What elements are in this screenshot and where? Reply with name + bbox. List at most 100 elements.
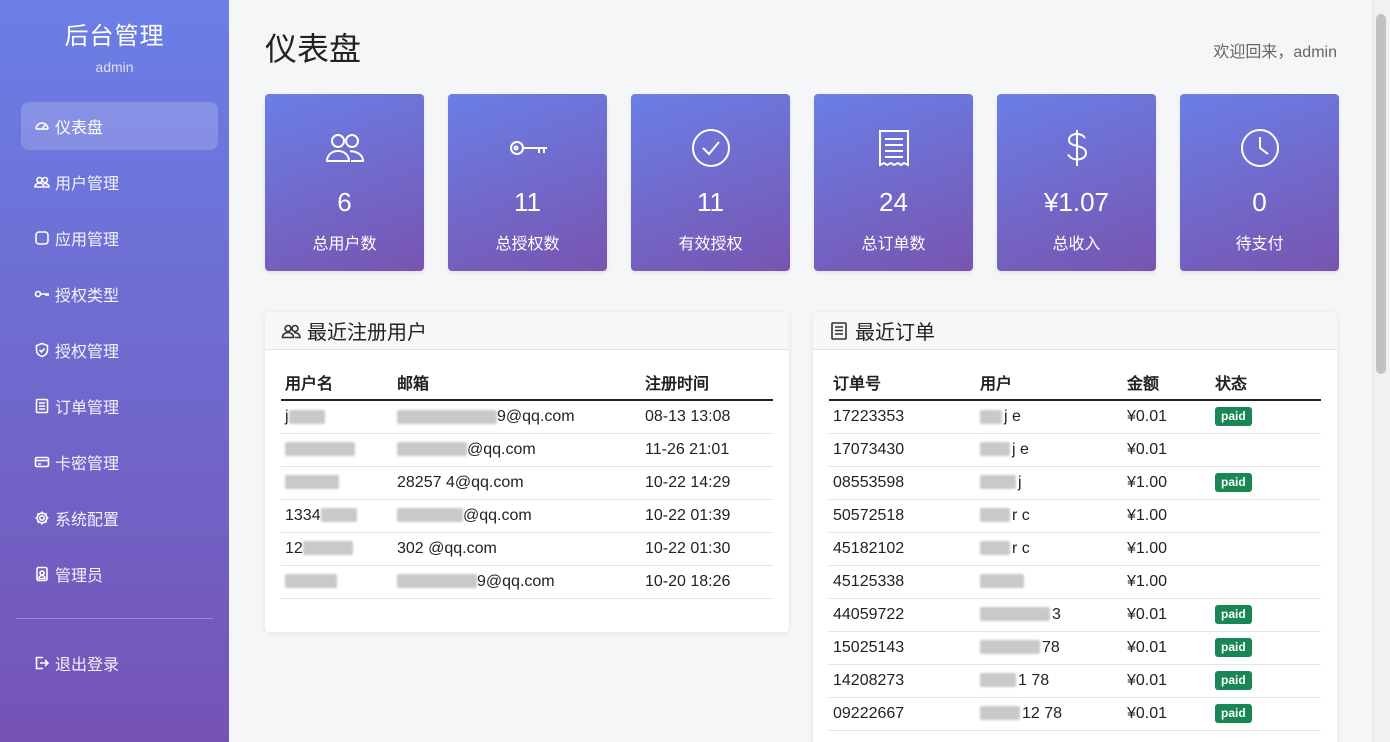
users-table: 用户名 邮箱 注册时间 j 9@qq.com 08-13 13:08 @qq.c… (281, 368, 773, 599)
order-number-cell: 14208273 (829, 664, 976, 698)
table-row[interactable]: 45182102 r c ¥1.00 (829, 532, 1321, 566)
stat-label: 总授权数 (495, 236, 560, 253)
table-row[interactable]: 14208273 1 78 ¥0.01 paid (829, 664, 1321, 698)
order-status-cell (1211, 433, 1321, 467)
sidebar-item-label: 卡密管理 (55, 456, 120, 473)
table-row[interactable]: @qq.com 11-26 21:01 (281, 433, 773, 467)
order-user-text: r c (1012, 539, 1030, 557)
order-amount-cell: ¥0.01 (1123, 433, 1211, 467)
sidebar-item-orders[interactable]: 订单管理 (21, 382, 218, 430)
sidebar-item-label: 用户管理 (55, 176, 120, 193)
sidebar-item-licenses[interactable]: 授权管理 (21, 326, 218, 374)
email-text: 9@qq.com (477, 572, 555, 590)
table-row[interactable]: 50572518 r c ¥1.00 (829, 499, 1321, 533)
stat-value: 6 (337, 187, 352, 217)
table-row[interactable]: 17073430 j e ¥0.01 (829, 433, 1321, 467)
sidebar-item-label: 应用管理 (55, 232, 120, 249)
table-row[interactable]: 17223353 j e ¥0.01 paid (829, 400, 1321, 434)
status-badge: paid (1215, 605, 1252, 624)
email-cell: 9@qq.com (393, 565, 641, 599)
order-number-cell: 17073430 (829, 433, 976, 467)
stat-value: ¥1.07 (1043, 187, 1110, 217)
sidebar-item-label: 订单管理 (55, 400, 120, 417)
table-row[interactable]: 9@qq.com 10-20 18:26 (281, 565, 773, 599)
order-amount-cell: ¥1.00 (1123, 565, 1211, 599)
username-text: 12 (285, 539, 303, 557)
table-header-row: 用户名 邮箱 注册时间 (281, 368, 773, 401)
time-cell: 10-22 01:30 (641, 532, 773, 566)
gear-icon (33, 509, 51, 527)
sidebar-item-cards[interactable]: 卡密管理 (21, 438, 218, 486)
stat-value: 24 (879, 187, 908, 217)
table-row[interactable]: 44059722 3 ¥0.01 paid (829, 598, 1321, 632)
sidebar-item-admins[interactable]: 管理员 (21, 550, 218, 598)
orders-table-body: 17223353 j e ¥0.01 paid 17073430 j e ¥0.01 0855… (829, 400, 1321, 731)
column-header: 注册时间 (641, 368, 773, 401)
order-user-text: r c (1012, 506, 1030, 524)
stat-label: 总用户数 (312, 236, 377, 253)
dollar-icon (997, 127, 1156, 169)
dashboard-icon (33, 117, 51, 135)
logout-icon (33, 654, 51, 672)
sidebar-nav: 仪表盘 用户管理 应用管理 授权类型 授权管理 订单管理 卡密管理 系统配置 管… (21, 102, 218, 606)
page-title: 仪表盘 (265, 31, 362, 67)
redacted-block (980, 607, 1050, 622)
redacted-block (288, 409, 325, 424)
column-header: 用户 (976, 368, 1123, 401)
logout-label: 退出登录 (55, 657, 120, 674)
order-status-cell: paid (1211, 664, 1321, 698)
order-status-cell: paid (1211, 466, 1321, 500)
order-user-cell: r c (976, 532, 1123, 566)
table-row[interactable]: 45125338 ¥1.00 (829, 565, 1321, 599)
order-amount-cell: ¥1.00 (1123, 499, 1211, 533)
redacted-block (397, 409, 497, 424)
status-badge: paid (1215, 407, 1252, 427)
order-number-cell: 45125338 (829, 565, 976, 599)
brand: 后台管理 admin (0, 0, 229, 75)
table-row[interactable]: 12 302 @qq.com 10-22 01:30 (281, 532, 773, 566)
table-row[interactable]: 08553598 j ¥1.00 paid (829, 466, 1321, 500)
stat-label: 有效授权 (678, 236, 743, 253)
username-cell: j (281, 400, 393, 434)
order-amount-cell: ¥1.00 (1123, 466, 1211, 500)
sidebar-item-label: 授权类型 (55, 288, 120, 305)
welcome-text: 欢迎回来，admin (1213, 44, 1337, 61)
stat-card-active-licenses: 11 有效授权 (631, 94, 790, 271)
sidebar-item-apps[interactable]: 应用管理 (21, 214, 218, 262)
email-text: 28257 4@qq.com (397, 473, 524, 491)
redacted-block (980, 673, 1016, 688)
sidebar-item-dashboard[interactable]: 仪表盘 (21, 102, 218, 150)
table-row[interactable]: 28257 4@qq.com 10-22 14:29 (281, 466, 773, 500)
sidebar-item-label: 仪表盘 (55, 120, 104, 137)
table-row[interactable]: 09222667 12 78 ¥0.01 paid (829, 697, 1321, 731)
order-number-cell: 15025143 (829, 631, 976, 665)
logout-button[interactable]: 退出登录 (21, 639, 218, 687)
sidebar-item-users[interactable]: 用户管理 (21, 158, 218, 206)
sidebar: 后台管理 admin 仪表盘 用户管理 应用管理 授权类型 授权管理 订单管理 (0, 0, 229, 742)
email-cell: @qq.com (393, 499, 641, 533)
scrollbar-thumb[interactable] (1376, 14, 1386, 374)
order-user-text: j e (1004, 407, 1021, 425)
table-row[interactable]: 15025143 78 ¥0.01 paid (829, 631, 1321, 665)
username-cell: 12 (281, 532, 393, 566)
email-text: 9@qq.com (497, 407, 575, 425)
stat-value: 11 (514, 187, 541, 217)
card-header: 最近订单 (813, 312, 1337, 350)
table-row[interactable]: 1334 @qq.com 10-22 01:39 (281, 499, 773, 533)
order-user-cell: j (976, 466, 1123, 500)
sidebar-item-label: 系统配置 (55, 512, 120, 529)
key-icon (33, 285, 51, 303)
redacted-block (397, 442, 467, 457)
sidebar-item-license-types[interactable]: 授权类型 (21, 270, 218, 318)
time-cell: 11-26 21:01 (641, 433, 773, 467)
order-user-text: 12 78 (1022, 704, 1063, 722)
order-status-cell: paid (1211, 598, 1321, 632)
table-row[interactable]: j 9@qq.com 08-13 13:08 (281, 400, 773, 434)
receipt-icon (33, 397, 51, 415)
email-cell: 9@qq.com (393, 400, 641, 434)
redacted-block (302, 541, 353, 556)
page-scrollbar[interactable] (1372, 0, 1390, 742)
order-user-cell: r c (976, 499, 1123, 533)
redacted-block (980, 574, 1024, 589)
sidebar-item-settings[interactable]: 系统配置 (21, 494, 218, 542)
